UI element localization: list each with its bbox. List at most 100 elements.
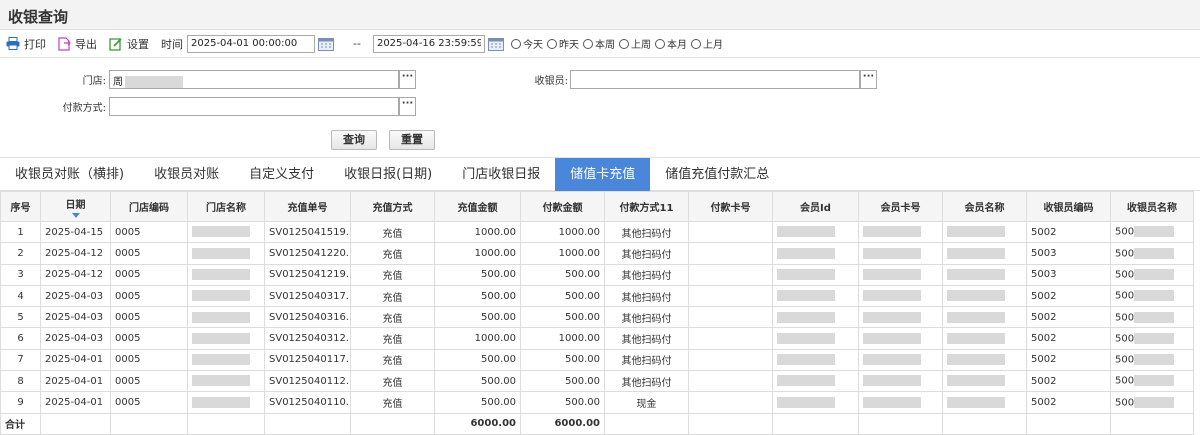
row-number: 2 xyxy=(0,242,41,265)
calendar-from-icon[interactable] xyxy=(317,36,335,52)
print-button[interactable]: 打印 xyxy=(6,36,46,52)
cell-date: 2025-04-15 xyxy=(40,220,111,244)
payment-picker-button[interactable]: ··· xyxy=(399,97,416,116)
calendar-to-icon[interactable] xyxy=(487,36,505,52)
column-header[interactable]: 门店编码 xyxy=(110,191,188,222)
cell-method: 充值 xyxy=(350,284,435,308)
tab-cashier-reconcile[interactable]: 收银员对账 xyxy=(139,158,234,191)
tab-store-daily-report[interactable]: 门店收银日报 xyxy=(447,158,555,191)
reset-button[interactable]: 重置 xyxy=(389,130,435,150)
tab-stored-value-recharge[interactable]: 储值卡充值 xyxy=(555,158,651,191)
cell-member-name xyxy=(942,284,1027,308)
tab-recharge-payment-summary[interactable]: 储值充值付款汇总 xyxy=(650,158,784,191)
cell-card-no xyxy=(688,370,773,393)
column-header[interactable]: 充值方式 xyxy=(350,191,435,222)
table-row[interactable]: 2 2025-04-12 0005 SV0125041220... 充值 1000.00 1… xyxy=(0,242,1194,265)
cell-order-no: SV0125040312... xyxy=(264,327,351,350)
redacted-block xyxy=(947,226,1005,238)
column-header[interactable]: 付款方式11 xyxy=(604,191,689,222)
cashier-picker-button[interactable]: ··· xyxy=(860,70,877,89)
column-header[interactable]: 会员名称 xyxy=(942,191,1027,222)
cell-cashier-name: 500 xyxy=(1110,220,1194,244)
cell-date: 2025-04-03 xyxy=(40,284,111,308)
column-header[interactable]: 付款卡号 xyxy=(688,191,773,222)
column-header[interactable]: 充值单号 xyxy=(264,191,351,222)
tab-daily-report-date[interactable]: 收银日报(日期) xyxy=(329,158,447,191)
cell-card-no xyxy=(688,284,773,308)
column-header[interactable]: 收银员名称 xyxy=(1110,191,1194,222)
row-number: 3 xyxy=(0,263,41,286)
cell-cashier-code: 5002 xyxy=(1026,348,1111,372)
payment-input[interactable] xyxy=(109,97,399,116)
column-header-date[interactable]: 日期 xyxy=(40,191,111,222)
redacted-block xyxy=(863,396,921,408)
cell-member-card xyxy=(858,242,943,265)
redacted-block xyxy=(777,332,835,344)
page-title: 收银查询 xyxy=(0,0,1200,30)
table-row[interactable]: 1 2025-04-15 0005 SV0125041519... 充值 1000.00 1… xyxy=(0,220,1194,244)
export-button[interactable]: 导出 xyxy=(58,36,97,52)
store-input[interactable]: 周 xyxy=(109,70,399,89)
query-button[interactable]: 查询 xyxy=(331,130,377,150)
tab-cashier-reconcile-horizontal[interactable]: 收银员对账（横排) xyxy=(0,158,139,191)
cell-member-card xyxy=(858,327,943,350)
cell-date: 2025-04-03 xyxy=(40,306,111,329)
cell-member-name xyxy=(942,327,1027,350)
cell-cashier-name: 500 xyxy=(1110,348,1194,372)
cell-store-name xyxy=(187,284,265,308)
table-row[interactable]: 3 2025-04-12 0005 SV0125041219... 充值 500.00 50… xyxy=(0,263,1194,286)
column-header[interactable]: 门店名称 xyxy=(187,191,265,222)
column-header[interactable]: 充值金额 xyxy=(434,191,521,222)
radio-last-week[interactable]: 上周 xyxy=(618,36,651,51)
cell-member-id xyxy=(772,306,859,329)
radio-yesterday[interactable]: 昨天 xyxy=(546,36,579,51)
cashier-input[interactable] xyxy=(570,70,860,89)
radio-this-week[interactable]: 本周 xyxy=(582,36,615,51)
table-row[interactable]: 7 2025-04-01 0005 SV0125040117... 充值 500.00 50… xyxy=(0,348,1194,372)
cell-amount: 500.00 xyxy=(434,391,521,414)
cell-store-code: 0005 xyxy=(110,306,188,329)
cell-payment-method: 其他扫码付 xyxy=(604,348,689,372)
radio-last-month[interactable]: 上月 xyxy=(690,36,723,51)
column-header[interactable]: 收银员编码 xyxy=(1026,191,1111,222)
cell-member-id xyxy=(772,242,859,265)
column-header[interactable]: 会员Id xyxy=(772,191,859,222)
column-header[interactable]: 序号 xyxy=(0,191,41,222)
table-row[interactable]: 5 2025-04-03 0005 SV0125040316... 充值 500.00 50… xyxy=(0,306,1194,329)
cell-payment-method: 其他扫码付 xyxy=(604,242,689,265)
table-row[interactable]: 4 2025-04-03 0005 SV0125040317... 充值 500.00 50… xyxy=(0,284,1194,308)
time-label: 时间 xyxy=(161,37,183,51)
cell-amount: 500.00 xyxy=(434,284,521,308)
store-label: 门店: xyxy=(82,76,106,87)
settings-label: 设置 xyxy=(127,37,149,51)
cell-date: 2025-04-01 xyxy=(40,370,111,393)
cell-member-card xyxy=(858,306,943,329)
column-header[interactable]: 付款金额 xyxy=(520,191,605,222)
column-header[interactable]: 会员卡号 xyxy=(858,191,943,222)
cell-order-no: SV0125040112... xyxy=(264,370,351,393)
redacted-block xyxy=(192,375,250,387)
table-row[interactable]: 9 2025-04-01 0005 SV0125040110... 充值 500.00 50… xyxy=(0,391,1194,414)
cell-cashier-code: 5002 xyxy=(1026,220,1111,244)
table-row[interactable]: 6 2025-04-03 0005 SV0125040312... 充值 1000.00 1… xyxy=(0,327,1194,350)
radio-this-month[interactable]: 本月 xyxy=(654,36,687,51)
cell-store-name xyxy=(187,370,265,393)
cell-member-id xyxy=(772,391,859,414)
cell-method: 充值 xyxy=(350,306,435,329)
redacted-block xyxy=(192,247,250,259)
redacted-block xyxy=(1134,290,1175,302)
date-to-input[interactable] xyxy=(372,34,485,53)
redacted-block xyxy=(777,354,835,366)
cell-paid: 1000.00 xyxy=(520,220,605,244)
cell-cashier-name: 500 xyxy=(1110,263,1194,286)
cell-date: 2025-04-12 xyxy=(40,263,111,286)
tab-custom-payment[interactable]: 自定义支付 xyxy=(234,158,329,191)
table-row[interactable]: 8 2025-04-01 0005 SV0125040112... 充值 500.00 50… xyxy=(0,370,1194,393)
settings-button[interactable]: 设置 xyxy=(109,36,149,52)
radio-today[interactable]: 今天 xyxy=(510,36,543,51)
store-picker-button[interactable]: ··· xyxy=(399,70,416,89)
cell-method: 充值 xyxy=(350,327,435,350)
redacted-block xyxy=(777,290,835,302)
cell-order-no: SV0125041219... xyxy=(264,263,351,286)
date-from-input[interactable] xyxy=(187,34,315,53)
